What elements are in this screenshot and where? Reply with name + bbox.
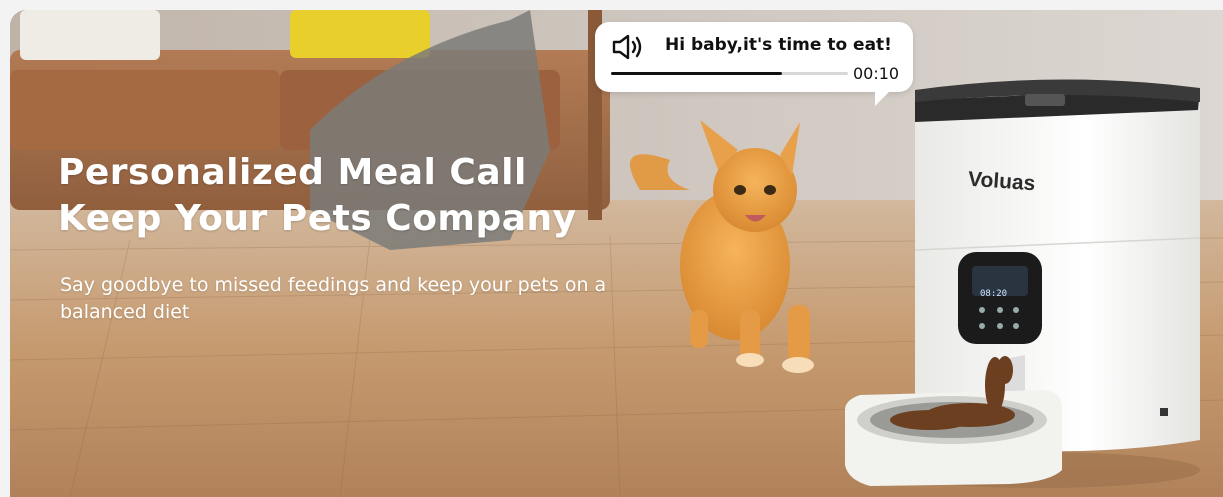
hero-headline: Personalized Meal Call Keep Your Pets Co… bbox=[58, 150, 577, 242]
hero-subtext: Say goodbye to missed feedings and keep … bbox=[60, 274, 607, 323]
audio-progress-fill bbox=[611, 72, 782, 75]
audio-duration: 00:10 bbox=[853, 64, 900, 83]
speaker-icon[interactable] bbox=[611, 32, 645, 62]
bubble-tail bbox=[875, 88, 893, 106]
feeder-display-time: 08:20 bbox=[980, 289, 1008, 299]
headline-line-2: Keep Your Pets Company bbox=[58, 198, 577, 239]
meal-call-message: Hi baby,it's time to eat! bbox=[665, 35, 892, 55]
headline-line-1: Personalized Meal Call bbox=[58, 152, 527, 193]
feeder-brand-label: Voluas bbox=[967, 167, 1037, 196]
hero-banner: Personalized Meal Call Keep Your Pets Co… bbox=[10, 10, 1223, 497]
audio-progress-track[interactable] bbox=[611, 72, 848, 75]
meal-call-audio-bubble: Hi baby,it's time to eat! 00:10 bbox=[595, 22, 913, 106]
